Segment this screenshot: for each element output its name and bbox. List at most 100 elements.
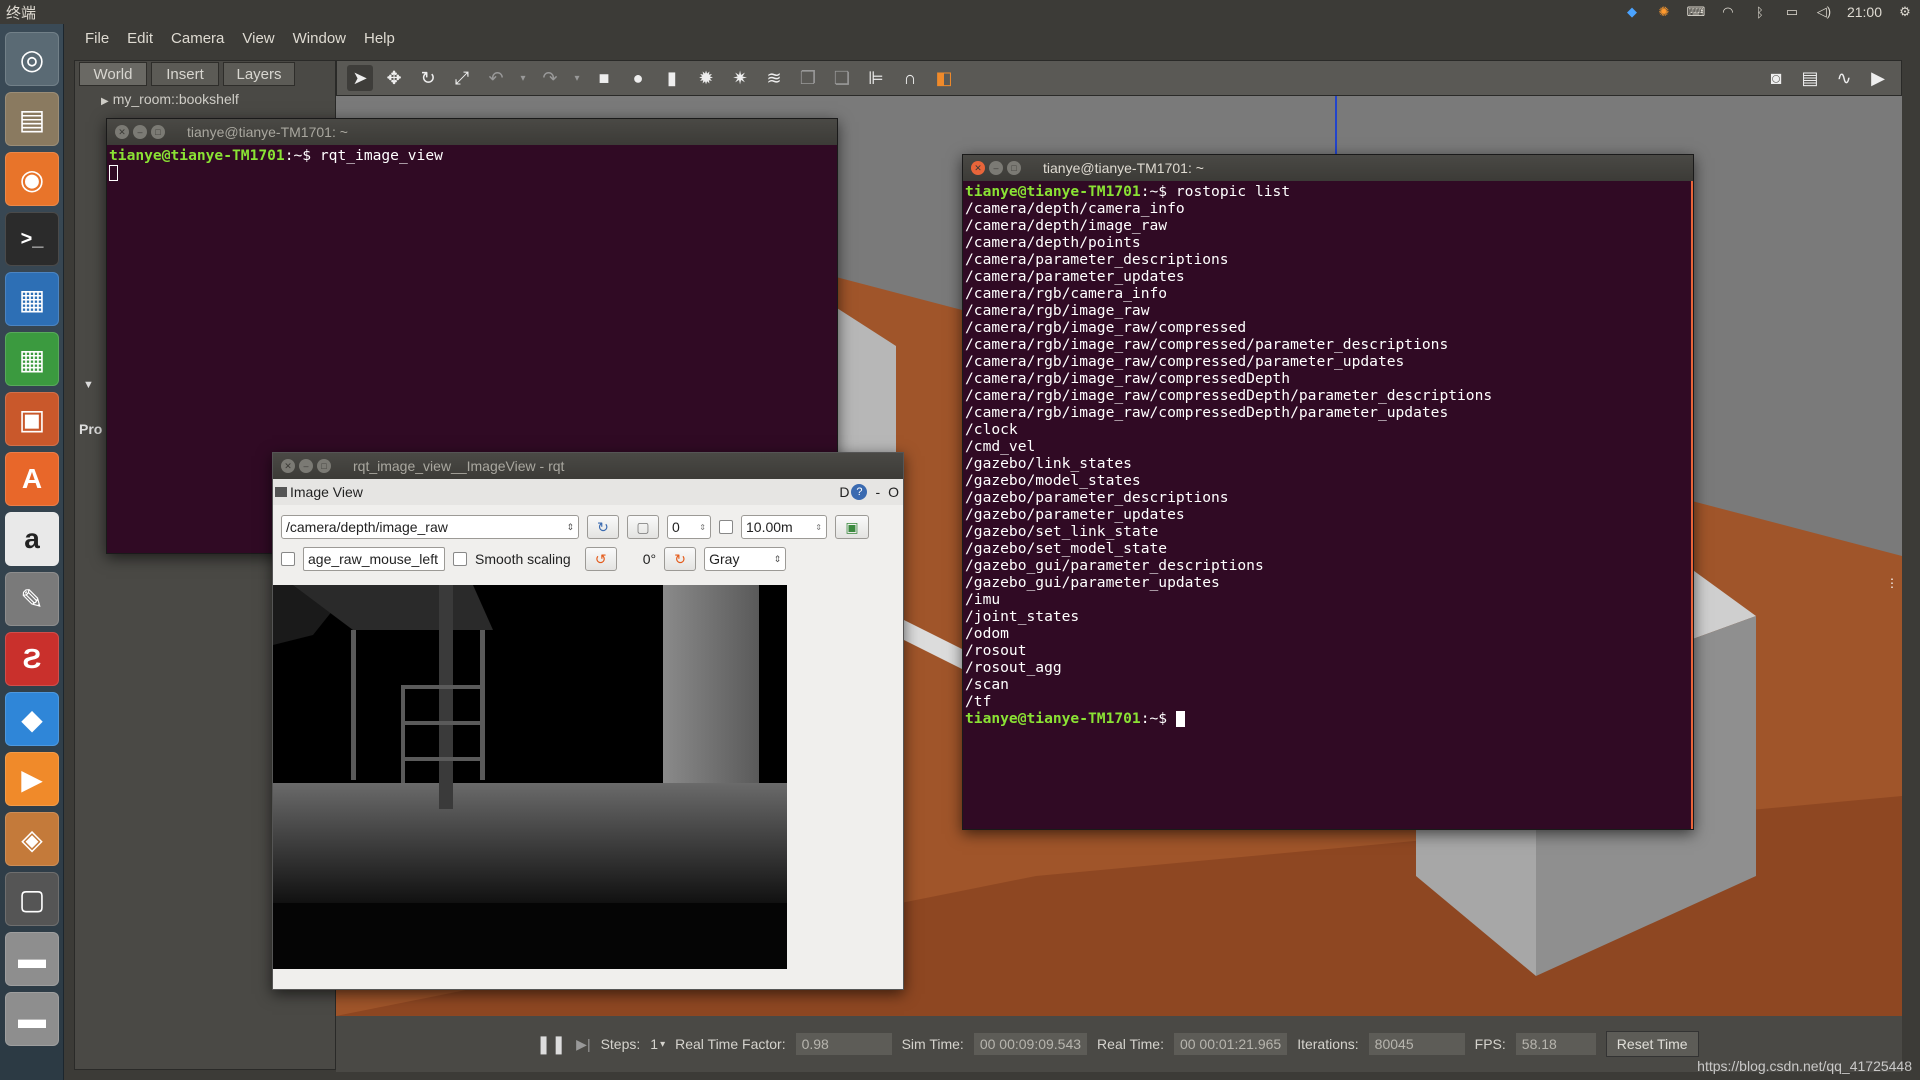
- menu-window[interactable]: Window: [284, 30, 355, 47]
- terminal-2-titlebar[interactable]: ✕ – □ tianye@tianye-TM1701: ~: [963, 155, 1693, 181]
- wifi-indicator-icon[interactable]: ◠: [1719, 4, 1737, 19]
- tab-world[interactable]: World: [79, 62, 147, 86]
- smooth-scaling-checkbox[interactable]: [453, 552, 467, 566]
- menu-edit[interactable]: Edit: [118, 30, 162, 47]
- bluetooth-indicator-icon[interactable]: ᛒ: [1751, 5, 1769, 20]
- menu-camera[interactable]: Camera: [162, 30, 233, 47]
- media-player-icon[interactable]: ▶: [5, 752, 59, 806]
- steps-value[interactable]: 1: [650, 1036, 658, 1052]
- rqt-titlebar[interactable]: ✕ – □ rqt_image_view__ImageView - rqt: [273, 453, 903, 479]
- sphere-shape-icon[interactable]: ●: [625, 65, 651, 91]
- weather-indicator-icon[interactable]: ✺: [1655, 4, 1673, 19]
- box-shape-icon[interactable]: ■: [591, 65, 617, 91]
- dock-float-icon[interactable]: O: [888, 484, 899, 500]
- menu-file[interactable]: File: [76, 30, 118, 47]
- terminal-icon[interactable]: >_: [5, 212, 59, 266]
- calc-icon[interactable]: ▦: [5, 332, 59, 386]
- close-icon[interactable]: ✕: [971, 161, 985, 175]
- system-settings-icon[interactable]: ✎: [5, 572, 59, 626]
- align-icon[interactable]: ⊫: [863, 65, 889, 91]
- colormap-combo[interactable]: Gray ⇕: [704, 547, 787, 571]
- workspace-icon[interactable]: ▢: [5, 872, 59, 926]
- rotate-left-button[interactable]: ↺: [584, 547, 617, 571]
- maximize-icon[interactable]: □: [151, 125, 165, 139]
- settings-gear-icon[interactable]: ⚙: [1896, 4, 1914, 19]
- redo-icon[interactable]: ↷: [537, 65, 563, 91]
- dynamic-range-checkbox[interactable]: [719, 520, 733, 534]
- translate-icon[interactable]: ✥: [381, 65, 407, 91]
- paste-icon[interactable]: ❏: [829, 65, 855, 91]
- viewport-grip-icon[interactable]: ⋮: [1886, 576, 1898, 590]
- topic-combo[interactable]: /camera/depth/image_raw ⇕: [281, 515, 579, 539]
- dash-home-icon[interactable]: ◎: [5, 32, 59, 86]
- reset-time-button[interactable]: Reset Time: [1605, 1031, 1699, 1057]
- menu-view[interactable]: View: [233, 30, 283, 47]
- video-record-icon[interactable]: ▶: [1865, 65, 1891, 91]
- copy-icon[interactable]: ❐: [795, 65, 821, 91]
- teamviewer-icon[interactable]: ◆: [5, 692, 59, 746]
- teamviewer-indicator-icon[interactable]: ◆: [1623, 4, 1641, 19]
- minimize-icon[interactable]: –: [989, 161, 1003, 175]
- close-icon[interactable]: ✕: [115, 125, 129, 139]
- scale-icon[interactable]: ⤢: [449, 65, 475, 91]
- undo-icon[interactable]: ↶: [483, 65, 509, 91]
- log-icon[interactable]: ▤: [1797, 65, 1823, 91]
- drive-icon-2[interactable]: ▬: [5, 992, 59, 1046]
- snap-icon[interactable]: ∩: [897, 65, 923, 91]
- step-icon[interactable]: ▶|: [576, 1036, 590, 1053]
- terminal-1-content[interactable]: tianye@tianye-TM1701:~$ rqt_image_view: [107, 145, 837, 183]
- writer-icon[interactable]: ▦: [5, 272, 59, 326]
- terminal-1-titlebar[interactable]: ✕ – □ tianye@tianye-TM1701: ~: [107, 119, 837, 145]
- pause-icon[interactable]: ❚❚: [536, 1034, 566, 1055]
- select-arrow-icon[interactable]: ➤: [347, 65, 373, 91]
- redo-dropdown-icon[interactable]: ▾: [571, 65, 583, 91]
- depth-image-display[interactable]: [273, 585, 787, 969]
- maximize-icon[interactable]: □: [317, 459, 331, 473]
- amazon-icon[interactable]: a: [5, 512, 59, 566]
- save-image-button[interactable]: ▢: [627, 515, 659, 539]
- keyboard-indicator-icon[interactable]: ⌨: [1687, 4, 1706, 19]
- steps-dropdown-icon[interactable]: ▾: [660, 1039, 665, 1050]
- help-icon[interactable]: ?: [851, 484, 868, 500]
- drive-icon[interactable]: ▬: [5, 932, 59, 986]
- image-options-button[interactable]: ▣: [835, 515, 869, 539]
- mouse-publish-checkbox[interactable]: [281, 552, 295, 566]
- close-icon[interactable]: ✕: [281, 459, 295, 473]
- spot-light-icon[interactable]: ✷: [727, 65, 753, 91]
- app-red-icon[interactable]: Ƨ: [5, 632, 59, 686]
- view-angle-icon[interactable]: ◧: [931, 65, 957, 91]
- menu-help[interactable]: Help: [355, 30, 404, 47]
- plot-icon[interactable]: ∿: [1831, 65, 1857, 91]
- point-light-icon[interactable]: ✹: [693, 65, 719, 91]
- tree-expand-arrow-icon[interactable]: ▶: [101, 96, 109, 107]
- topic-line: /camera/parameter_updates: [965, 268, 1185, 285]
- spin-box[interactable]: 0 ⇕: [667, 515, 711, 539]
- volume-indicator-icon[interactable]: ◁): [1815, 4, 1833, 19]
- collapse-arrow-icon[interactable]: ▼: [83, 379, 94, 391]
- tab-insert[interactable]: Insert: [151, 62, 219, 86]
- max-range-spin[interactable]: 10.00m ⇕: [741, 515, 827, 539]
- refresh-topics-button[interactable]: ↻: [587, 515, 619, 539]
- cylinder-shape-icon[interactable]: ▮: [659, 65, 685, 91]
- files-icon[interactable]: ▤: [5, 92, 59, 146]
- undo-dropdown-icon[interactable]: ▾: [517, 65, 529, 91]
- rotate-right-button[interactable]: ↻: [664, 547, 697, 571]
- terminal-2-content[interactable]: tianye@tianye-TM1701:~$ rostopic list /c…: [963, 181, 1693, 829]
- rotate-icon[interactable]: ↻: [415, 65, 441, 91]
- dock-d-button[interactable]: D: [839, 484, 849, 500]
- dock-minimize-icon[interactable]: -: [875, 484, 880, 500]
- software-center-icon[interactable]: A: [5, 452, 59, 506]
- minimize-icon[interactable]: –: [299, 459, 313, 473]
- directional-light-icon[interactable]: ≋: [761, 65, 787, 91]
- tree-item-bookshelf[interactable]: ▶ my_room::bookshelf: [101, 91, 239, 107]
- gazebo-icon[interactable]: ◈: [5, 812, 59, 866]
- screenshot-icon[interactable]: ◙: [1763, 65, 1789, 91]
- impress-icon[interactable]: ▣: [5, 392, 59, 446]
- firefox-icon[interactable]: ◉: [5, 152, 59, 206]
- clock[interactable]: 21:00: [1847, 4, 1882, 20]
- mouse-topic-input[interactable]: age_raw_mouse_left: [303, 547, 445, 571]
- maximize-icon[interactable]: □: [1007, 161, 1021, 175]
- tab-layers[interactable]: Layers: [223, 62, 295, 86]
- minimize-icon[interactable]: –: [133, 125, 147, 139]
- battery-indicator-icon[interactable]: ▭: [1783, 4, 1801, 19]
